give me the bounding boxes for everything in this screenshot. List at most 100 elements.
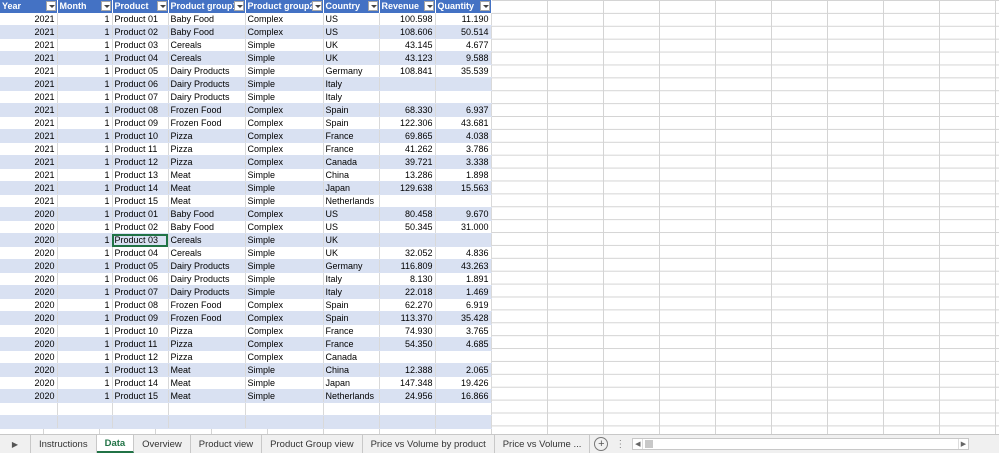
table-cell[interactable]: 1 — [57, 298, 113, 313]
table-cell[interactable] — [379, 233, 436, 248]
spreadsheet-area[interactable]: Year Month Product Product group1 Produc… — [0, 0, 999, 434]
table-cell[interactable]: 74.930 — [379, 324, 436, 339]
table-cell[interactable]: Product 02 — [112, 25, 169, 40]
table-cell[interactable] — [245, 415, 324, 430]
table-cell[interactable]: 39.721 — [379, 155, 436, 170]
table-cell[interactable]: 1 — [57, 324, 113, 339]
table-cell[interactable]: Japan — [323, 376, 380, 391]
table-cell[interactable]: 1 — [57, 246, 113, 261]
table-cell[interactable]: Spain — [323, 298, 380, 313]
table-cell[interactable]: 1.898 — [435, 168, 492, 183]
table-cell[interactable]: 2020 — [0, 350, 58, 365]
table-cell[interactable]: 1 — [57, 25, 113, 40]
table-cell[interactable]: 1 — [57, 64, 113, 79]
tab-instructions[interactable]: Instructions — [30, 435, 97, 453]
table-cell[interactable]: China — [323, 363, 380, 378]
table-cell[interactable] — [168, 402, 246, 417]
table-cell[interactable]: 1 — [57, 389, 113, 404]
table-cell[interactable]: 62.270 — [379, 298, 436, 313]
table-cell[interactable]: 2021 — [0, 64, 58, 79]
table-cell[interactable]: UK — [323, 38, 380, 53]
table-cell[interactable]: Simple — [245, 285, 324, 300]
table-cell[interactable]: Cereals — [168, 51, 246, 66]
table-cell[interactable]: Product 12 — [112, 155, 169, 170]
table-cell[interactable]: Meat — [168, 168, 246, 183]
table-cell[interactable]: 2020 — [0, 220, 58, 235]
table-cell[interactable]: 80.458 — [379, 207, 436, 222]
table-cell[interactable]: 4.685 — [435, 337, 492, 352]
table-cell[interactable] — [435, 77, 492, 92]
tab-price-vs-volume-by-product[interactable]: Price vs Volume by product — [363, 435, 495, 453]
table-cell[interactable]: 1 — [57, 350, 113, 365]
table-cell[interactable]: 19.426 — [435, 376, 492, 391]
table-cell[interactable] — [57, 402, 113, 417]
table-cell[interactable]: 2021 — [0, 181, 58, 196]
table-cell[interactable]: 2021 — [0, 103, 58, 118]
column-header[interactable]: Year — [0, 0, 58, 13]
table-cell[interactable]: UK — [323, 233, 380, 248]
table-cell[interactable]: Product 01 — [112, 207, 169, 222]
table-cell[interactable]: Baby Food — [168, 25, 246, 40]
table-cell[interactable] — [435, 233, 492, 248]
table-cell[interactable]: Product 09 — [112, 311, 169, 326]
table-cell[interactable]: Dairy Products — [168, 77, 246, 92]
table-cell[interactable]: 41.262 — [379, 142, 436, 157]
table-cell[interactable]: Product 14 — [112, 181, 169, 196]
table-cell[interactable]: 113.370 — [379, 311, 436, 326]
table-cell[interactable]: UK — [323, 51, 380, 66]
table-cell[interactable]: Canada — [323, 155, 380, 170]
table-cell[interactable]: Product 05 — [112, 259, 169, 274]
filter-dropdown-icon[interactable] — [156, 1, 167, 11]
table-cell[interactable]: 1 — [57, 233, 113, 248]
table-cell[interactable] — [168, 415, 246, 430]
ellipsis-icon[interactable]: ⋮ — [612, 435, 628, 453]
table-cell[interactable]: 1 — [57, 51, 113, 66]
table-cell[interactable]: Pizza — [168, 155, 246, 170]
table-cell[interactable]: 43.145 — [379, 38, 436, 53]
table-cell[interactable]: 24.956 — [379, 389, 436, 404]
table-cell[interactable]: 2021 — [0, 38, 58, 53]
table-cell[interactable]: Product 13 — [112, 363, 169, 378]
table-cell[interactable]: France — [323, 142, 380, 157]
tab-product-group-view[interactable]: Product Group view — [262, 435, 363, 453]
table-cell[interactable]: Germany — [323, 259, 380, 274]
table-cell[interactable]: Simple — [245, 168, 324, 183]
filter-dropdown-icon[interactable] — [479, 1, 490, 11]
table-cell[interactable]: Product 09 — [112, 116, 169, 131]
table-cell[interactable]: Product 12 — [112, 350, 169, 365]
column-header[interactable]: Product group1 — [168, 0, 246, 13]
table-cell[interactable]: US — [323, 25, 380, 40]
table-cell[interactable]: Cereals — [168, 233, 246, 248]
table-cell[interactable]: Dairy Products — [168, 259, 246, 274]
table-cell[interactable]: 108.606 — [379, 25, 436, 40]
column-header[interactable]: Revenue — [379, 0, 436, 13]
table-cell[interactable]: Product 02 — [112, 220, 169, 235]
table-cell[interactable]: Pizza — [168, 350, 246, 365]
table-cell[interactable]: 122.306 — [379, 116, 436, 131]
table-cell[interactable]: France — [323, 324, 380, 339]
table-cell[interactable] — [379, 350, 436, 365]
tab-overview[interactable]: Overview — [134, 435, 191, 453]
table-cell[interactable]: Complex — [245, 311, 324, 326]
column-header[interactable]: Country — [323, 0, 380, 13]
table-cell[interactable]: Product 03 — [112, 233, 169, 248]
table-cell[interactable]: Pizza — [168, 324, 246, 339]
table-cell[interactable]: UK — [323, 246, 380, 261]
table-cell[interactable]: Netherlands — [323, 389, 380, 404]
table-cell[interactable]: 2020 — [0, 272, 58, 287]
table-cell[interactable] — [435, 194, 492, 209]
table-cell[interactable]: 1.469 — [435, 285, 492, 300]
table-cell[interactable]: Complex — [245, 129, 324, 144]
table-cell[interactable]: 2021 — [0, 12, 58, 27]
table-cell[interactable]: Simple — [245, 389, 324, 404]
table-cell[interactable]: Netherlands — [323, 194, 380, 209]
table-cell[interactable]: 2021 — [0, 129, 58, 144]
table-cell[interactable]: 2021 — [0, 90, 58, 105]
filter-dropdown-icon[interactable] — [45, 1, 56, 11]
table-cell[interactable] — [323, 402, 380, 417]
table-cell[interactable] — [379, 415, 436, 430]
table-cell[interactable]: Meat — [168, 376, 246, 391]
table-cell[interactable]: Complex — [245, 324, 324, 339]
table-cell[interactable]: Complex — [245, 298, 324, 313]
table-cell[interactable]: Frozen Food — [168, 298, 246, 313]
